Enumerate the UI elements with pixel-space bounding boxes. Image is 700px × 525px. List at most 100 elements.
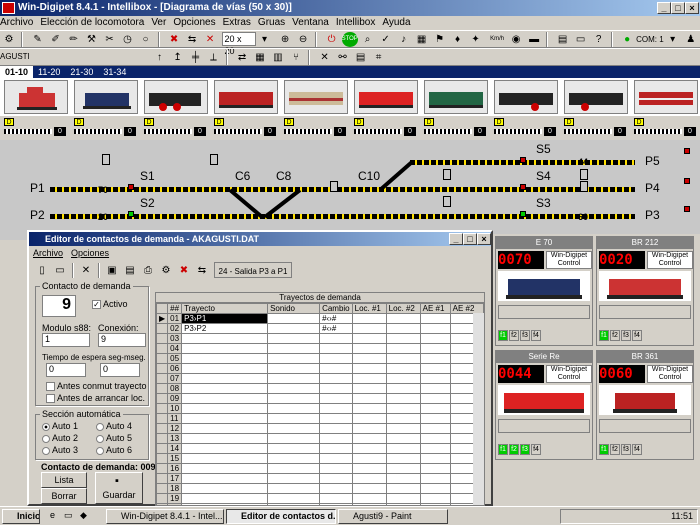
table-cell[interactable] [385, 423, 421, 434]
table-cell[interactable] [319, 393, 353, 404]
table-cell[interactable] [181, 403, 269, 414]
signal-light[interactable] [128, 184, 134, 190]
table-cell[interactable]: 08 [167, 383, 183, 394]
col-trayecto[interactable]: Trayecto [181, 303, 269, 314]
clear-icon[interactable]: ✖ [176, 263, 192, 278]
table-cell[interactable] [351, 453, 387, 464]
table-cell[interactable] [351, 373, 387, 384]
table-row[interactable]: 07 [156, 373, 484, 384]
table-cell[interactable]: 07 [167, 373, 183, 384]
table-row[interactable]: 11 [156, 413, 484, 424]
table-cell[interactable]: 13 [167, 433, 183, 444]
clock-icon[interactable]: ◷ [120, 32, 136, 47]
maximize-button[interactable]: □ [463, 233, 477, 245]
table-cell[interactable] [267, 393, 321, 404]
table-cell[interactable] [351, 423, 387, 434]
table-cell[interactable] [267, 403, 321, 414]
speed-slider[interactable] [599, 305, 691, 319]
connection-select[interactable]: 9 [98, 333, 146, 347]
stop-button[interactable]: STOP [341, 32, 358, 47]
table-cell[interactable] [419, 363, 451, 374]
table-cell[interactable] [419, 453, 451, 464]
contact-number-spinner[interactable]: 9 [42, 295, 76, 317]
minimize-button[interactable]: _ [657, 2, 671, 14]
loco-thumb[interactable] [634, 80, 698, 114]
lamp-icon[interactable]: ♦ [450, 32, 466, 47]
signal-light[interactable] [128, 211, 134, 217]
auto-5-radio[interactable]: Auto 5 [96, 433, 132, 443]
table-row[interactable]: 03 [156, 333, 484, 344]
table-cell[interactable] [419, 413, 451, 424]
route-check-icon[interactable]: ✓ [378, 32, 394, 47]
grid-icon[interactable]: ▦ [414, 32, 430, 47]
function-button[interactable]: f1 [498, 330, 508, 341]
table-cell[interactable] [267, 433, 321, 444]
table-cell[interactable] [385, 403, 421, 414]
table-cell[interactable] [319, 403, 353, 414]
table-row[interactable]: 10 [156, 403, 484, 414]
signal-light[interactable] [684, 178, 690, 184]
table-cell[interactable] [181, 383, 269, 394]
table-cell[interactable] [419, 483, 451, 494]
loco-control[interactable]: D0 [282, 117, 348, 137]
table-cell[interactable] [351, 363, 387, 374]
tool-icon[interactable]: ⚒ [84, 32, 100, 47]
table-row[interactable]: 05 [156, 353, 484, 364]
table-cell[interactable] [267, 333, 321, 344]
table-cell[interactable] [351, 473, 387, 484]
save-icon[interactable]: ▤ [122, 263, 138, 278]
new-icon[interactable]: ▯ [34, 263, 50, 278]
table-cell[interactable]: 18 [167, 483, 183, 494]
table-row[interactable]: 18 [156, 483, 484, 494]
search-icon[interactable]: ⌕ [360, 32, 376, 47]
function-button[interactable]: f1 [498, 444, 508, 455]
table-cell[interactable]: 12 [167, 423, 183, 434]
col-loc2[interactable]: Loc. #2 [385, 303, 421, 314]
table-cell[interactable] [181, 463, 269, 474]
table-cell[interactable] [385, 483, 421, 494]
table-cell[interactable] [267, 423, 321, 434]
table-cell[interactable] [419, 393, 451, 404]
table-cell[interactable] [419, 383, 451, 394]
table-cell[interactable] [419, 343, 451, 354]
table-cell[interactable] [267, 343, 321, 354]
table-cell[interactable] [319, 383, 353, 394]
table-cell[interactable]: #‹›# [319, 323, 353, 334]
task-editor[interactable]: Editor de contactos d... [226, 509, 336, 524]
table-cell[interactable] [351, 463, 387, 474]
before-start-checkbox[interactable]: Antes de arrancar loc. [46, 393, 145, 404]
pen-icon[interactable]: ✐ [48, 32, 64, 47]
before-route-checkbox[interactable]: Antes conmut trayecto [46, 381, 147, 392]
function-button[interactable]: f1 [599, 330, 609, 341]
table-cell[interactable] [319, 453, 353, 464]
table-cell[interactable] [181, 423, 269, 434]
chevron-down-icon[interactable]: ▾ [257, 32, 273, 47]
table-row[interactable]: 13 [156, 433, 484, 444]
zoom-in-icon[interactable]: ⊕ [277, 32, 293, 47]
contact-box[interactable] [210, 154, 218, 165]
tab-31-34[interactable]: 31-34 [98, 66, 131, 78]
signal-light[interactable] [520, 184, 526, 190]
table-cell[interactable] [351, 413, 387, 424]
loco-thumb[interactable] [284, 80, 348, 114]
loco-icon[interactable]: ⚙ [1, 32, 17, 47]
table-cell[interactable]: 04 [167, 343, 183, 354]
up-arrow-icon[interactable]: ↥ [170, 50, 186, 65]
table-cell[interactable] [385, 493, 421, 504]
function-button[interactable]: f3 [520, 444, 530, 455]
table-cell[interactable]: P3›P1 [181, 313, 269, 324]
function-button[interactable]: f1 [599, 444, 609, 455]
table-row[interactable]: 02 P3›P2 #‹›# [156, 323, 484, 334]
wait-milliseconds[interactable]: 0 [100, 363, 140, 377]
function-button[interactable]: f2 [509, 444, 519, 455]
loco-panel[interactable]: E 70 0070 Win-Digipet Control f1 f2 f3 f4 [495, 236, 593, 346]
table-cell[interactable] [267, 383, 321, 394]
draw-icon[interactable]: ✏ [66, 32, 82, 47]
speed-slider[interactable] [498, 305, 590, 319]
table-cell[interactable] [267, 453, 321, 464]
table-cell[interactable]: #‹›# [319, 313, 353, 324]
table-row[interactable]: 12 [156, 423, 484, 434]
up-arrow-icon[interactable]: ↑ [152, 50, 168, 65]
table-cell[interactable] [319, 343, 353, 354]
table-cell[interactable] [419, 423, 451, 434]
